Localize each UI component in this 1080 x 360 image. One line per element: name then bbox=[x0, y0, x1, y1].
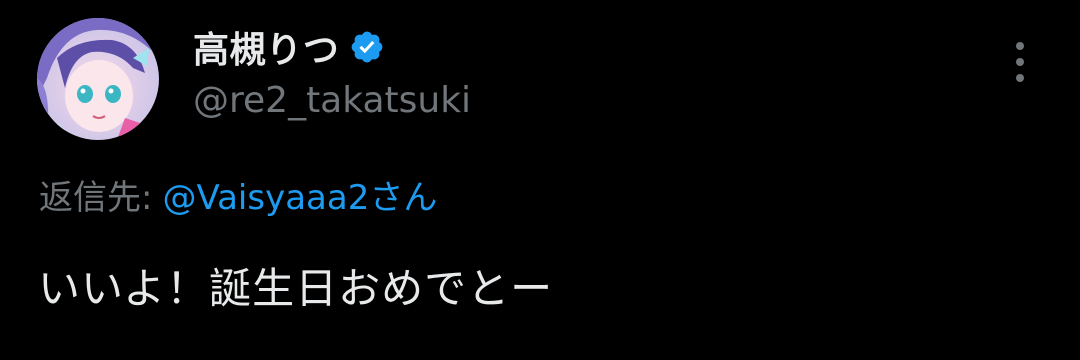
author-handle[interactable]: @re2_takatsuki bbox=[193, 80, 471, 121]
tweet-text: いいよ！誕生日おめでとー bbox=[38, 264, 554, 313]
more-dot bbox=[1016, 42, 1024, 50]
verified-badge-icon bbox=[349, 29, 385, 65]
tweet: 高槻りつ @re2_takatsuki 返信先: @Vaisyaaa2さん いいよ… bbox=[0, 0, 1080, 360]
author-name-row: 高槻りつ bbox=[193, 22, 385, 72]
reply-label: 返信先: bbox=[39, 178, 153, 218]
reply-mention-link[interactable]: @Vaisyaaa2さん bbox=[162, 178, 437, 218]
avatar[interactable] bbox=[37, 18, 159, 140]
reply-context: 返信先: @Vaisyaaa2さん bbox=[39, 170, 437, 219]
more-dot bbox=[1016, 58, 1024, 66]
more-dot bbox=[1016, 74, 1024, 82]
more-options-icon[interactable] bbox=[1004, 42, 1036, 82]
display-name[interactable]: 高槻りつ bbox=[193, 21, 339, 73]
avatar-illustration bbox=[37, 18, 159, 140]
